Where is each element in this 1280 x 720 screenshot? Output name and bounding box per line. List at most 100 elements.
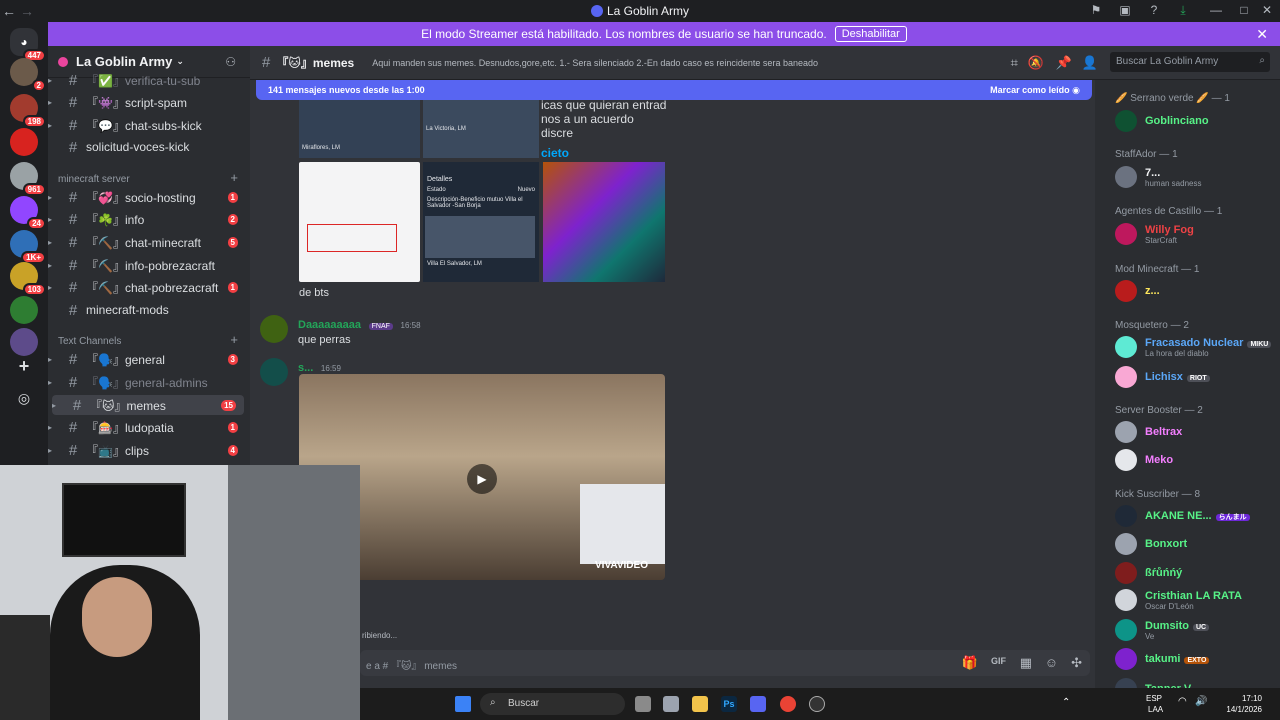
play-button-icon[interactable]: ▶ bbox=[467, 464, 497, 494]
volume-icon[interactable]: 🔊 bbox=[1195, 696, 1207, 707]
photoshop-icon[interactable]: Ps bbox=[721, 696, 737, 712]
channel-topic[interactable]: Aqui manden sus memes. Desnudos,gore,etc… bbox=[372, 58, 818, 68]
tray-chevron-icon[interactable]: ⌃ bbox=[1062, 697, 1070, 708]
mark-read-button[interactable]: Marcar como leído ◉ bbox=[990, 85, 1080, 96]
channel-item[interactable]: ▸ # 『👾』script-spam bbox=[48, 92, 246, 112]
add-server-icon[interactable]: + bbox=[10, 352, 38, 380]
message-author[interactable]: s... bbox=[298, 362, 313, 374]
dm-home-icon[interactable]: ◕ 447 bbox=[10, 28, 46, 62]
map-image[interactable]: Miraflores, LM bbox=[299, 100, 420, 158]
member-item[interactable]: Lichisx RIOT bbox=[1115, 366, 1210, 388]
member-item[interactable]: Cristhian LA RATA Oscar D'León bbox=[1115, 589, 1242, 611]
member-item[interactable]: Meko bbox=[1115, 449, 1173, 471]
member-item[interactable]: takumi EXTO bbox=[1115, 648, 1210, 670]
member-item[interactable]: Dumsito UC Ve bbox=[1115, 619, 1210, 641]
discord-icon[interactable] bbox=[750, 696, 766, 712]
threads-icon[interactable]: ⌗ bbox=[1011, 55, 1018, 71]
close-banner-icon[interactable]: ✕ bbox=[1256, 26, 1268, 43]
channel-item[interactable]: ▸ # 『📺』clips 4 bbox=[48, 440, 246, 460]
channel-label: 『🐱』memes bbox=[90, 398, 166, 413]
channel-item[interactable]: ▸ # 『⛏️』chat-minecraft 5 bbox=[48, 232, 246, 252]
channel-item[interactable]: ▸ # 『☘️』info 2 bbox=[48, 209, 246, 229]
channel-item[interactable]: ▸ # 『🎰』ludopatia 1 bbox=[48, 417, 246, 437]
channel-item[interactable]: ▸ # 『💬』chat-subs-kick bbox=[48, 115, 246, 135]
sticker-icon[interactable]: ▦ bbox=[1020, 655, 1032, 671]
language-indicator[interactable]: ESP bbox=[1146, 694, 1162, 703]
category-minecraft[interactable]: minecraft server bbox=[58, 174, 130, 185]
member-list-icon[interactable]: 👤 bbox=[1082, 55, 1098, 71]
member-item[interactable]: Beltrax bbox=[1115, 421, 1182, 443]
maximize-icon[interactable]: □ bbox=[1234, 3, 1254, 17]
message-composer[interactable]: e a # 『🐱』 memes 🎁 GIF ▦ ☺ ✣ bbox=[360, 650, 1090, 676]
chrome-icon[interactable] bbox=[780, 696, 796, 712]
channel-item[interactable]: ▸ # 『🗣️』general-admins bbox=[48, 372, 246, 392]
category-text-channels[interactable]: Text Channels bbox=[58, 336, 121, 347]
member-item[interactable]: Willy Fog StarCraft bbox=[1115, 223, 1194, 245]
search-input[interactable]: Buscar La Goblin Army ⌕ bbox=[1110, 52, 1270, 72]
channel-item[interactable]: # solicitud-voces-kick bbox=[48, 137, 246, 157]
server-icon[interactable] bbox=[10, 128, 38, 156]
disable-streamer-button[interactable]: Deshabilitar bbox=[834, 26, 907, 42]
avatar[interactable] bbox=[260, 315, 288, 343]
poster-grid-image[interactable] bbox=[543, 162, 665, 282]
windows-start-icon[interactable] bbox=[455, 696, 471, 712]
member-item[interactable]: 7... human sadness bbox=[1115, 166, 1201, 188]
app-icon[interactable] bbox=[809, 696, 825, 712]
channel-item[interactable]: ▸ # 『⛏️』info-pobrezacraft bbox=[48, 255, 246, 275]
close-window-icon[interactable]: ✕ bbox=[1257, 3, 1277, 17]
partial-link[interactable]: cieto bbox=[541, 146, 667, 160]
member-item[interactable]: ßŕůńńý bbox=[1115, 562, 1182, 584]
add-channel-icon[interactable]: + bbox=[230, 332, 238, 347]
channel-label: 『☘️』info bbox=[86, 212, 145, 227]
map-image[interactable]: La Victoria, LM bbox=[423, 100, 539, 158]
add-channel-icon[interactable]: + bbox=[230, 170, 238, 185]
channel-item-selected[interactable]: ▸ # 『🐱』memes 15 bbox=[52, 395, 244, 415]
channel-item[interactable]: # minecraft-mods bbox=[48, 300, 246, 320]
help-icon[interactable]: ? bbox=[1144, 3, 1164, 17]
discover-icon[interactable]: ◎ bbox=[10, 384, 38, 412]
message-author[interactable]: Daaaaaaaaa bbox=[298, 319, 361, 331]
inbox-icon[interactable]: ⚑ bbox=[1086, 3, 1106, 17]
download-icon[interactable]: ⤓ bbox=[1173, 3, 1193, 18]
member-item[interactable]: Goblinciano bbox=[1115, 110, 1209, 132]
mute-icon[interactable]: 🔕 bbox=[1028, 55, 1044, 71]
add-member-icon[interactable]: ⚇ bbox=[225, 55, 236, 69]
server-icon[interactable]: 1K+ bbox=[10, 230, 46, 264]
screenshot-image[interactable] bbox=[299, 162, 420, 282]
member-item[interactable]: AKANE NE... らんまル bbox=[1115, 505, 1250, 527]
message: Daaaaaaaaa FNAF 16:58 que perras bbox=[298, 316, 421, 346]
taskbar-search[interactable]: ⌕ Buscar bbox=[480, 693, 625, 715]
pin-icon[interactable]: 📌 bbox=[1056, 55, 1072, 71]
new-messages-bar[interactable]: 141 mensajes nuevos desde las 1:00 Marca… bbox=[256, 80, 1092, 100]
gif-icon[interactable]: GIF bbox=[991, 656, 1006, 666]
file-explorer-icon[interactable] bbox=[692, 696, 708, 712]
avatar bbox=[1115, 110, 1137, 132]
member-item[interactable]: z... bbox=[1115, 280, 1160, 302]
unread-badge: 4 bbox=[227, 444, 238, 456]
member-item[interactable]: Fracasado Nuclear MIKU La hora del diablo bbox=[1115, 336, 1272, 358]
wifi-icon[interactable]: ◠ bbox=[1178, 696, 1187, 707]
apps-icon[interactable]: ✣ bbox=[1071, 655, 1082, 671]
server-badge: 103 bbox=[22, 283, 46, 296]
task-view-icon[interactable] bbox=[635, 696, 651, 712]
avatar[interactable] bbox=[260, 358, 288, 386]
server-icon[interactable]: 103 bbox=[10, 262, 46, 296]
system-clock[interactable]: 17:10 14/1/2026 bbox=[1226, 693, 1262, 715]
channel-item[interactable]: ▸ # 『✅』verifica-tu-sub bbox=[48, 70, 246, 90]
server-icon[interactable]: 2 bbox=[10, 58, 46, 92]
channel-item[interactable]: ▸ # 『🗣️』general 3 bbox=[48, 349, 246, 369]
channel-item[interactable]: ▸ # 『💞』socio-hosting 1 bbox=[48, 187, 246, 207]
emoji-icon[interactable]: ☺ bbox=[1045, 655, 1058, 670]
listing-image[interactable]: Detalles Estado Nuevo Descripción-Benefic… bbox=[423, 162, 539, 282]
server-badge: 961 bbox=[22, 183, 46, 196]
screen-icon[interactable]: ▣ bbox=[1115, 3, 1135, 17]
server-icon[interactable] bbox=[10, 296, 38, 324]
server-icon[interactable]: 24 bbox=[10, 196, 46, 230]
member-item[interactable]: Bonxort bbox=[1115, 533, 1187, 555]
minimize-icon[interactable]: — bbox=[1206, 3, 1226, 17]
server-icon[interactable]: 198 bbox=[10, 94, 46, 128]
channel-item[interactable]: ▸ # 『⛏️』chat-pobrezacraft 1 bbox=[48, 277, 246, 297]
app-icon[interactable] bbox=[663, 696, 679, 712]
gift-icon[interactable]: 🎁 bbox=[962, 655, 978, 671]
server-icon[interactable]: 961 bbox=[10, 162, 46, 196]
